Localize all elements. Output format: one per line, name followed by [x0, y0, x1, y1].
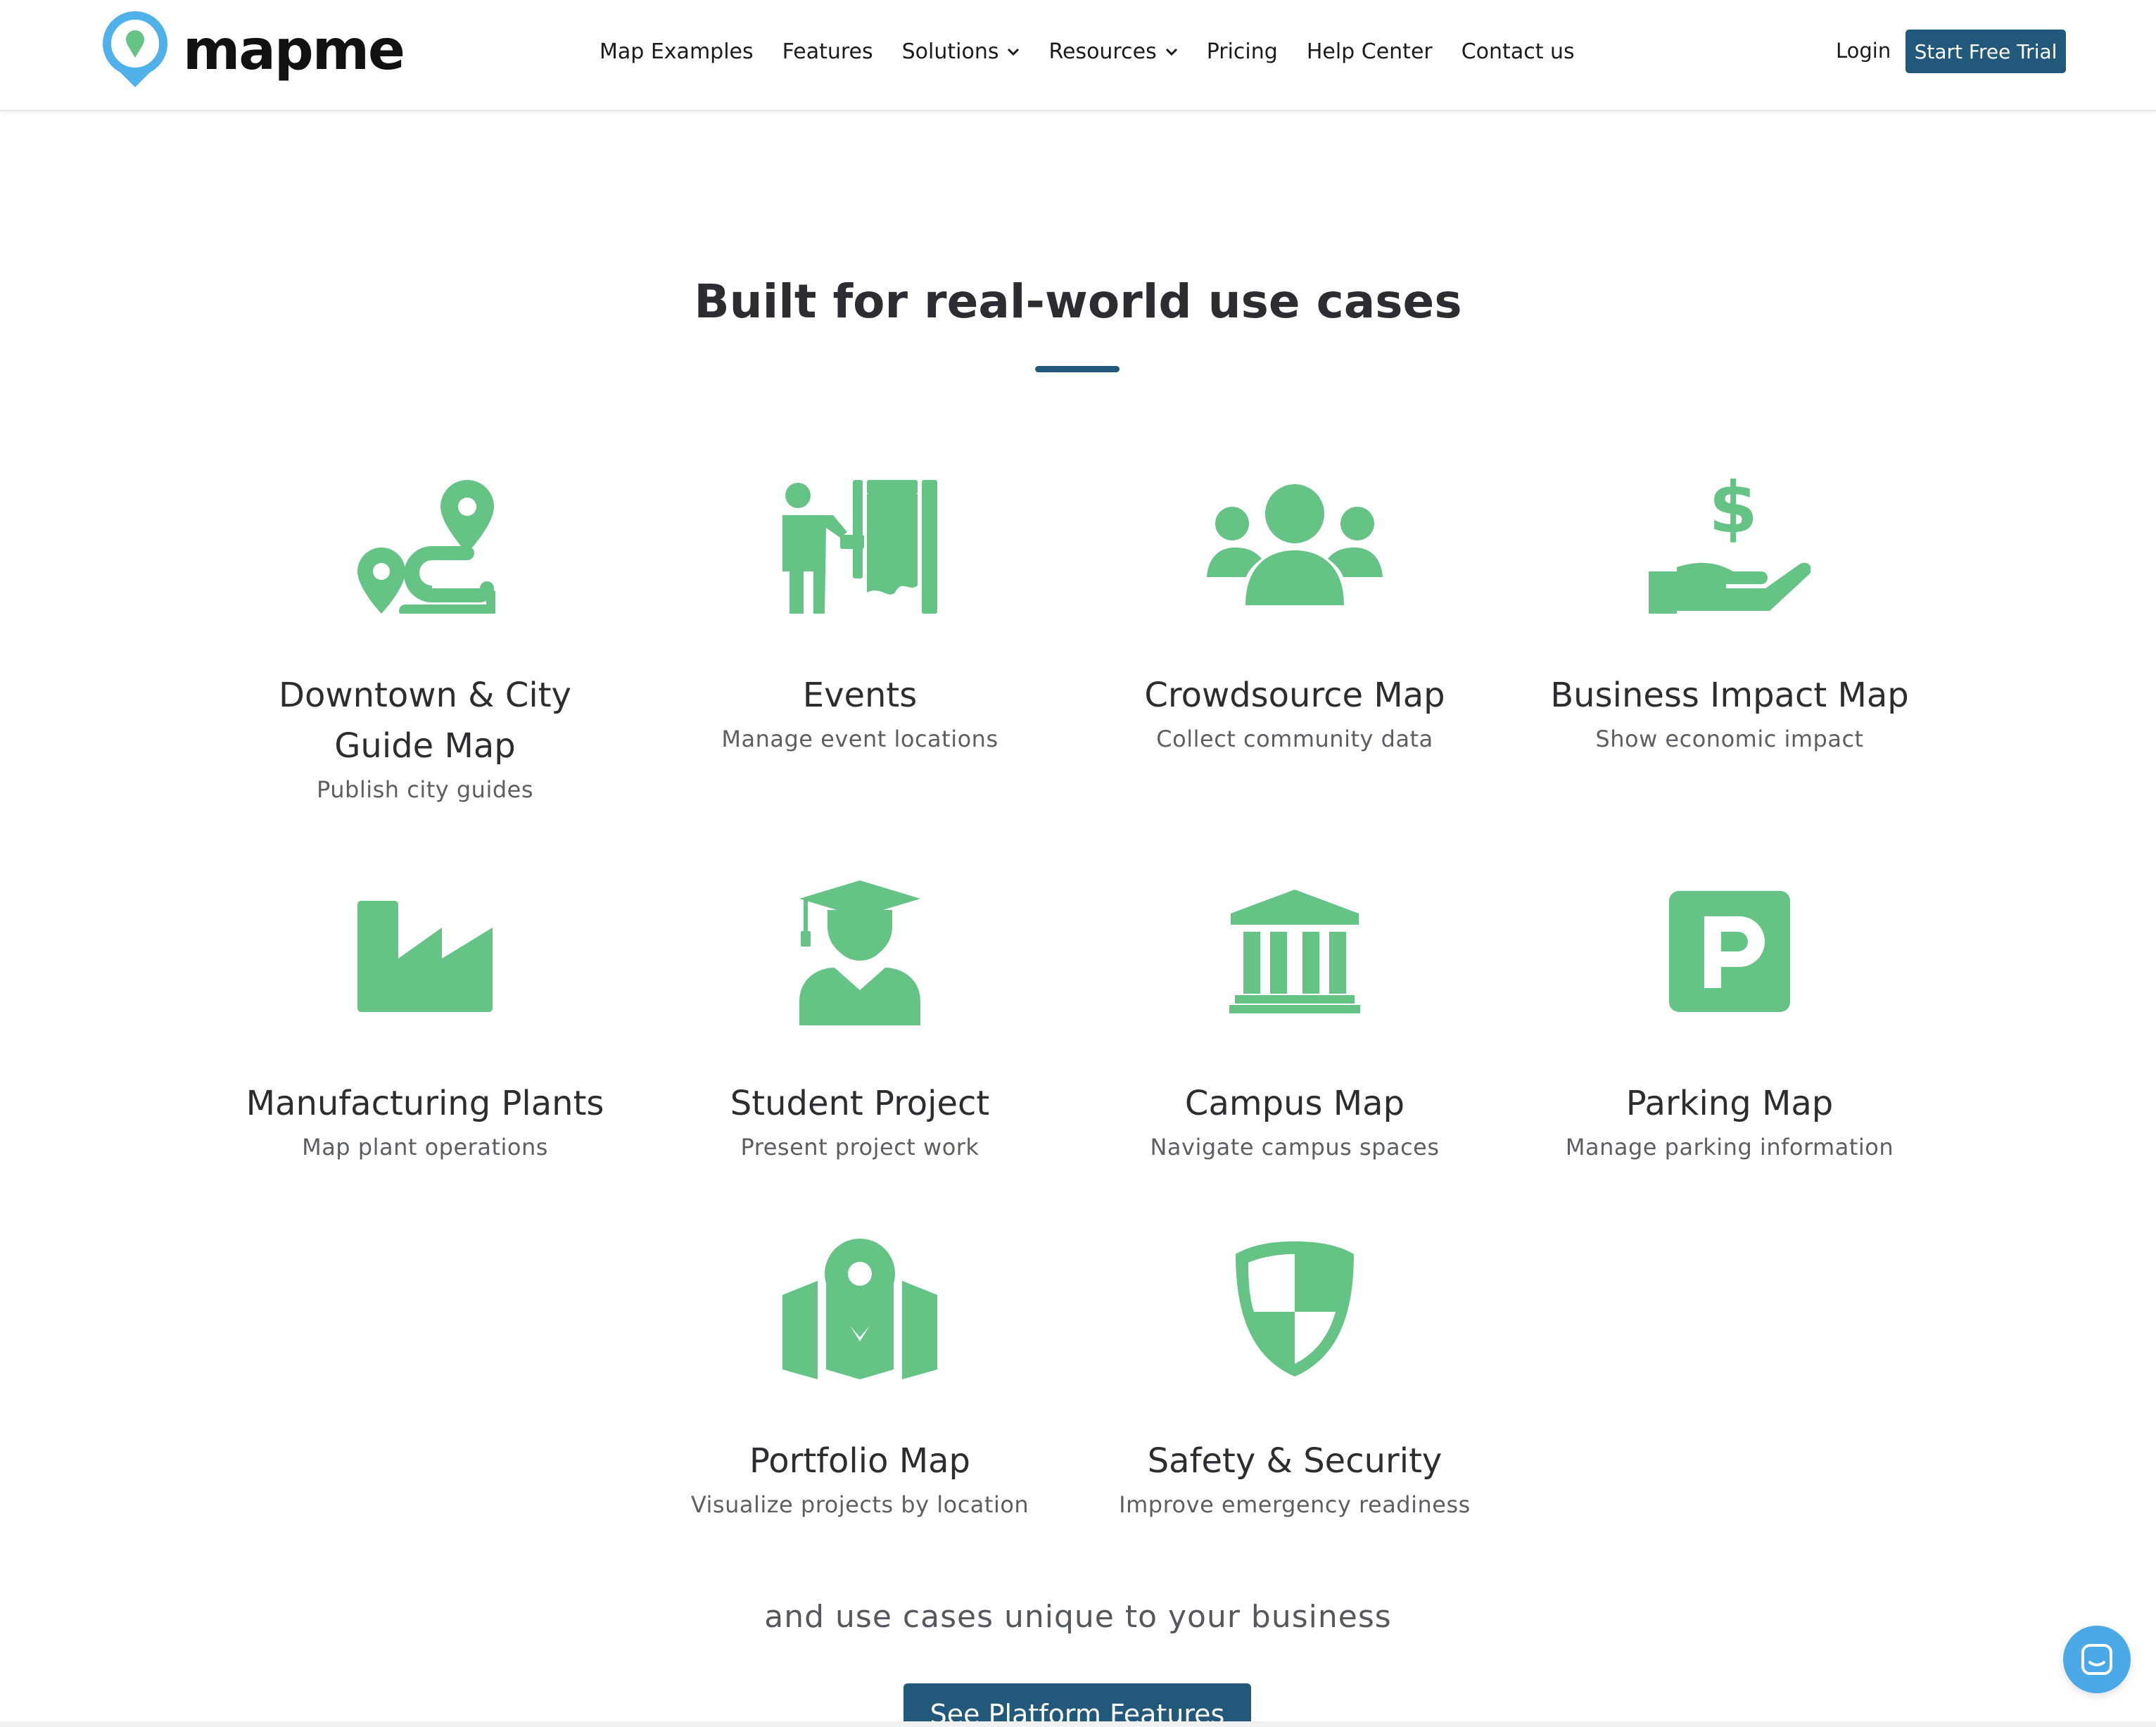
card-description: Manage parking information: [1565, 1134, 1894, 1160]
nav-solutions[interactable]: Solutions: [902, 39, 1020, 64]
brand-name: mapme: [183, 19, 405, 82]
card-title-line: Downtown & City: [279, 676, 571, 715]
nav-pricing[interactable]: Pricing: [1207, 39, 1278, 64]
card-title: Safety & Security: [1098, 1436, 1492, 1486]
nav-label: Contact us: [1461, 39, 1575, 64]
section-title: Built for real-world use cases: [694, 274, 1462, 329]
event-curtain-icon: [663, 473, 1057, 614]
card-title-line: Parking Map: [1625, 1084, 1834, 1123]
card-title: Business Impact Map: [1533, 670, 1927, 721]
nav-label: Help Center: [1306, 39, 1433, 64]
campus-building-icon: [1098, 881, 1492, 1022]
svg-text:$: $: [1708, 473, 1758, 549]
use-case-card[interactable]: Student Project Present project work: [663, 880, 1057, 1163]
card-title: Student Project: [663, 1078, 1057, 1129]
card-description: Map plant operations: [302, 1134, 548, 1160]
card-title-line: Events: [802, 676, 918, 715]
card-title-line: Guide Map: [334, 726, 516, 766]
card-title-line: Manufacturing Plants: [246, 1084, 604, 1123]
card-title: Crowdsource Map: [1098, 670, 1492, 721]
card-title: Events: [663, 670, 1057, 721]
card-description: Improve emergency readiness: [1119, 1491, 1471, 1518]
route-pin-icon: [228, 473, 622, 614]
use-case-card[interactable]: $ Business Impact Map Show economic impa…: [1533, 473, 1927, 754]
parking-icon: [1533, 881, 1927, 1022]
card-title-line: Safety & Security: [1147, 1441, 1442, 1481]
nav-label: Map Examples: [600, 39, 754, 64]
nav-features[interactable]: Features: [782, 39, 873, 64]
card-title-line: Crowdsource Map: [1144, 676, 1445, 715]
card-title: Parking Map: [1533, 1078, 1927, 1129]
chevron-down-icon: [1165, 48, 1177, 56]
nav-label: Pricing: [1206, 39, 1278, 64]
nav-contact-us[interactable]: Contact us: [1461, 39, 1575, 64]
nav-label: Features: [782, 39, 873, 64]
use-case-card[interactable]: Safety & Security Improve emergency read…: [1098, 1239, 1492, 1520]
card-description: Present project work: [740, 1134, 979, 1160]
map-pin-logo-icon: [103, 11, 167, 87]
card-title: Portfolio Map: [663, 1436, 1057, 1486]
see-platform-features-button[interactable]: See Platform Features: [903, 1683, 1251, 1727]
start-free-trial-button[interactable]: Start Free Trial: [1905, 30, 2066, 73]
page-bottom-edge: [0, 1721, 2156, 1727]
chevron-down-icon: [1008, 48, 1020, 56]
card-title-line: Campus Map: [1184, 1084, 1405, 1123]
factory-icon: [228, 881, 622, 1022]
card-title: Campus Map: [1098, 1078, 1492, 1129]
card-description: Publish city guides: [316, 776, 534, 803]
nav-resources[interactable]: Resources: [1048, 39, 1177, 64]
nav-label: Solutions: [901, 39, 999, 64]
shield-icon: [1098, 1239, 1492, 1379]
use-case-card[interactable]: Downtown & City Guide Map Publish city g…: [228, 473, 622, 805]
tagline: and use cases unique to your business: [764, 1599, 1392, 1635]
card-title-line: Portfolio Map: [749, 1441, 970, 1481]
login-link[interactable]: Login: [1836, 39, 1891, 63]
site-header: mapme Map Examples Features Solutions Re…: [0, 0, 2156, 111]
use-case-card[interactable]: Campus Map Navigate campus spaces: [1098, 881, 1492, 1163]
users-group-icon: [1098, 473, 1492, 614]
main-nav: Map Examples Features Solutions Resource…: [600, 39, 1604, 64]
graduate-icon: [663, 880, 1057, 1025]
card-description: Navigate campus spaces: [1150, 1134, 1440, 1160]
card-title-line: Student Project: [730, 1084, 990, 1123]
title-underline: [1035, 366, 1120, 372]
card-description: Collect community data: [1156, 726, 1433, 752]
card-description: Show economic impact: [1595, 726, 1864, 752]
use-case-card[interactable]: Crowdsource Map Collect community data: [1098, 473, 1492, 754]
card-description: Manage event locations: [721, 726, 998, 752]
card-description: Visualize projects by location: [690, 1491, 1029, 1518]
nav-label: Resources: [1048, 39, 1157, 64]
nav-map-examples[interactable]: Map Examples: [600, 39, 754, 64]
chat-launcher-button[interactable]: [2063, 1626, 2131, 1693]
nav-help-center[interactable]: Help Center: [1307, 39, 1433, 64]
card-title: Downtown & City Guide Map: [228, 670, 622, 771]
folded-map-pin-icon: [663, 1239, 1057, 1379]
chat-icon: [2081, 1644, 2112, 1675]
card-title: Manufacturing Plants: [228, 1078, 622, 1129]
card-title-line: Business Impact Map: [1550, 676, 1909, 715]
use-case-card[interactable]: Events Manage event locations: [663, 473, 1057, 754]
hand-dollar-icon: $: [1533, 473, 1927, 614]
use-case-card[interactable]: Parking Map Manage parking information: [1533, 881, 1927, 1163]
use-case-card[interactable]: Portfolio Map Visualize projects by loca…: [663, 1239, 1057, 1520]
use-case-card[interactable]: Manufacturing Plants Map plant operation…: [228, 881, 622, 1163]
mapme-logo[interactable]: mapme: [103, 11, 405, 90]
